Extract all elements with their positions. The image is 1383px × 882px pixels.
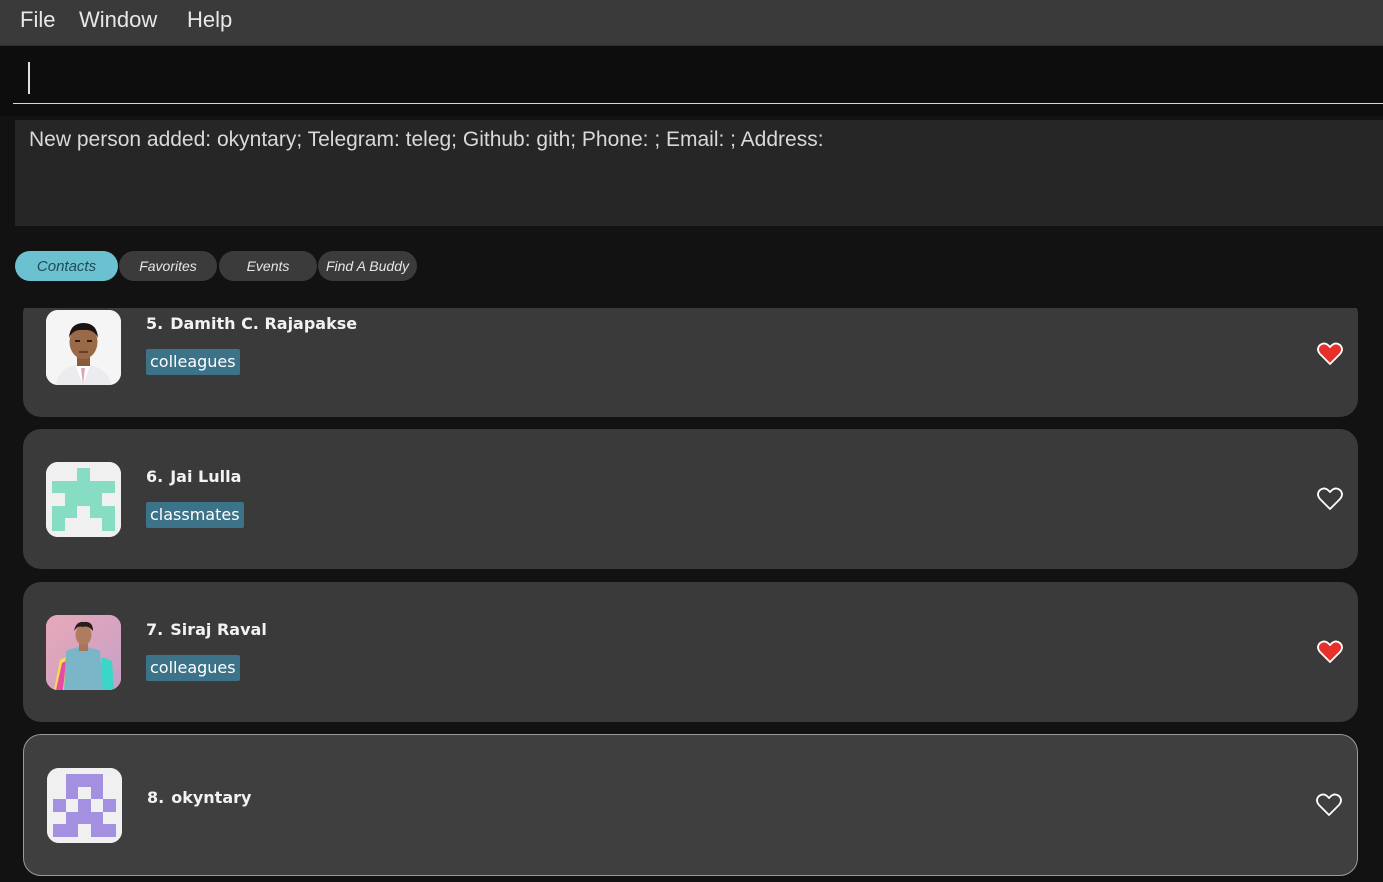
photo-colorful-icon (46, 615, 121, 690)
tab-favorites[interactable]: Favorites (119, 251, 217, 281)
heart-outline-icon[interactable] (1317, 487, 1343, 511)
tab-contacts[interactable]: Contacts (15, 251, 118, 281)
contact-index: 5. (146, 314, 164, 333)
heart-filled-icon[interactable] (1317, 342, 1343, 366)
menu-window[interactable]: Window (79, 7, 157, 33)
menu-bar: File Window Help (0, 0, 1383, 46)
contact-name-row: 5. Damith C. Rajapakse (146, 314, 357, 333)
contact-card[interactable]: 5. Damith C. Rajapakse colleagues (23, 308, 1358, 417)
heart-outline-icon[interactable] (1316, 793, 1342, 817)
contact-name-row: 8. okyntary (147, 788, 251, 807)
tab-find-a-buddy[interactable]: Find A Buddy (318, 251, 417, 281)
tag-badge: classmates (146, 502, 244, 528)
text-caret (28, 62, 30, 94)
contact-name: Damith C. Rajapakse (170, 314, 358, 333)
identicon-green-icon (46, 462, 121, 537)
contact-name: Jai Lulla (170, 467, 242, 486)
result-display: New person added: okyntary; Telegram: te… (15, 120, 1383, 226)
contact-list[interactable]: 5. Damith C. Rajapakse colleagues 6. Jai L… (0, 308, 1383, 882)
contact-name-row: 7. Siraj Raval (146, 620, 267, 639)
tag-badge: colleagues (146, 349, 240, 375)
contact-index: 8. (147, 788, 165, 807)
photo-man-icon (46, 310, 121, 385)
identicon-purple-icon (47, 768, 122, 843)
heart-filled-icon[interactable] (1317, 640, 1343, 664)
tab-events[interactable]: Events (219, 251, 317, 281)
contact-name: Siraj Raval (170, 620, 267, 639)
contact-card[interactable]: 7. Siraj Raval colleagues (23, 582, 1358, 722)
result-message: New person added: okyntary; Telegram: te… (29, 128, 824, 151)
contact-name-row: 6. Jai Lulla (146, 467, 241, 486)
contact-card[interactable]: 6. Jai Lulla classmates (23, 429, 1358, 569)
contact-index: 6. (146, 467, 164, 486)
contact-name: okyntary (171, 788, 252, 807)
tag-badge: colleagues (146, 655, 240, 681)
contact-card[interactable]: 8. okyntary (23, 734, 1358, 876)
command-input[interactable] (13, 55, 1383, 104)
contact-index: 7. (146, 620, 164, 639)
menu-file[interactable]: File (20, 7, 55, 33)
menu-help[interactable]: Help (187, 7, 232, 33)
